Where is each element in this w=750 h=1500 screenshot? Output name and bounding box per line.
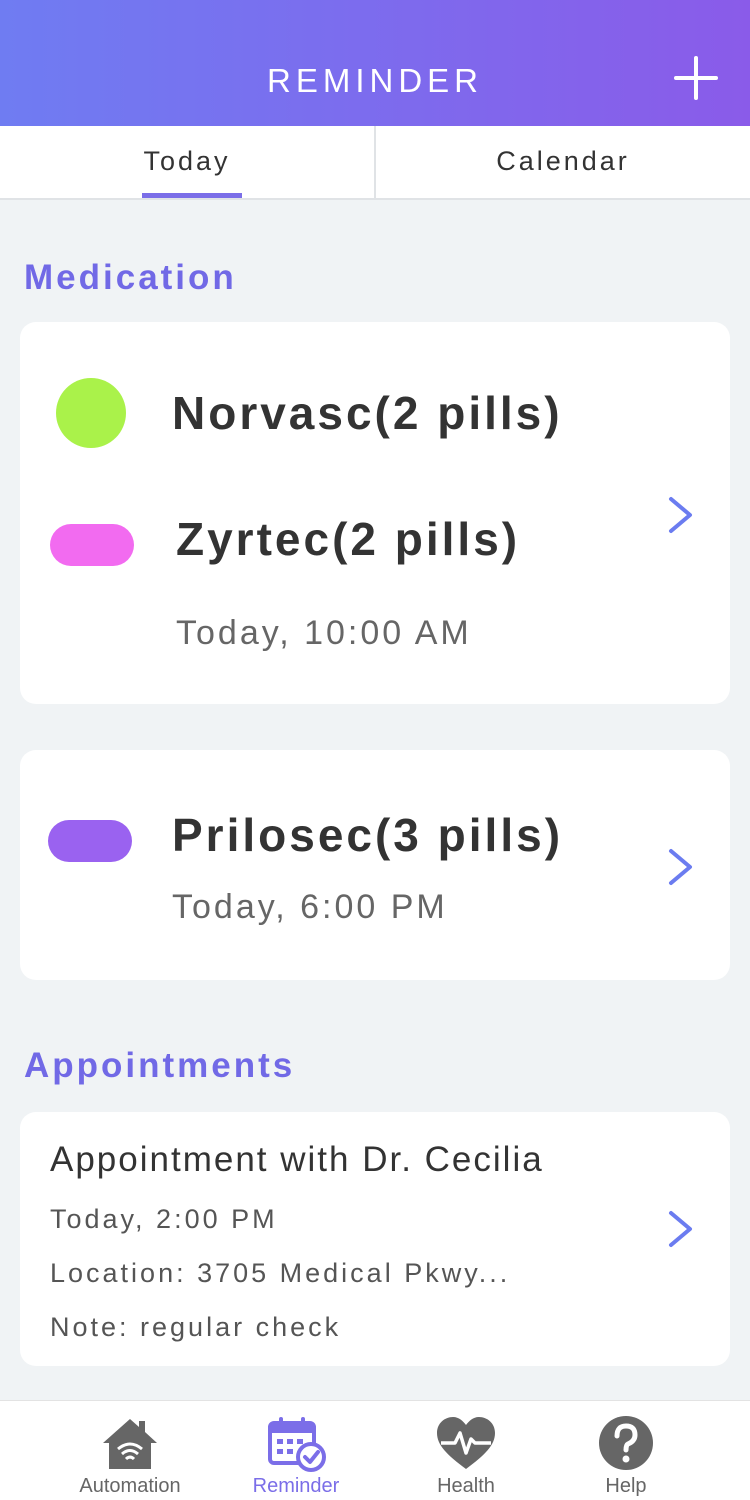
nav-reminder-label: Reminder: [252, 1475, 340, 1497]
medication-time: Today, 6:00 PM: [172, 888, 448, 926]
tab-active-indicator: [142, 193, 242, 198]
chevron-right-icon[interactable]: [668, 1210, 694, 1248]
medication-section-title: Medication: [24, 258, 237, 297]
appointment-note: Note: regular check: [50, 1312, 342, 1342]
chevron-right-icon[interactable]: [668, 848, 694, 886]
page-title: REMINDER: [266, 62, 483, 99]
app-header: REMINDER: [0, 0, 750, 126]
appointments-section-title: Appointments: [24, 1046, 296, 1085]
heart-pulse-icon: [437, 1417, 495, 1469]
home-wifi-icon: [103, 1419, 157, 1469]
nav-help[interactable]: Help: [546, 1401, 706, 1500]
nav-automation[interactable]: Automation: [50, 1401, 210, 1500]
help-icon: [599, 1416, 653, 1470]
bottom-nav: Automation Reminder Health Help: [0, 1400, 750, 1500]
nav-health-label: Health: [437, 1475, 495, 1497]
appointment-title: Appointment with Dr. Cecilia: [50, 1140, 544, 1179]
tab-calendar-label: Calendar: [496, 146, 630, 176]
capsule-icon: [50, 524, 134, 566]
tab-calendar[interactable]: Calendar: [374, 126, 750, 198]
medication-name: Zyrtec(2 pills): [176, 513, 521, 565]
round-pill-icon: [56, 378, 126, 448]
nav-help-label: Help: [605, 1475, 647, 1497]
tab-today[interactable]: Today: [0, 126, 374, 198]
appointment-location: Location: 3705 Medical Pkwy...: [50, 1258, 511, 1288]
medication-name: Norvasc(2 pills): [172, 387, 563, 439]
medication-time: Today, 10:00 AM: [176, 614, 472, 652]
chevron-right-icon[interactable]: [668, 496, 694, 534]
medication-name: Prilosec(3 pills): [172, 809, 564, 861]
plus-icon[interactable]: [674, 56, 718, 100]
medication-card[interactable]: Norvasc(2 pills) Zyrtec(2 pills) Today, …: [20, 322, 730, 704]
nav-automation-label: Automation: [79, 1475, 181, 1497]
appointment-card[interactable]: Appointment with Dr. Cecilia Today, 2:00…: [20, 1112, 730, 1366]
appointment-time: Today, 2:00 PM: [50, 1204, 278, 1234]
medication-card[interactable]: Prilosec(3 pills) Today, 6:00 PM: [20, 750, 730, 980]
nav-health[interactable]: Health: [386, 1401, 546, 1500]
tab-today-label: Today: [143, 146, 231, 176]
calendar-check-icon: [268, 1417, 326, 1472]
nav-reminder[interactable]: Reminder: [216, 1401, 376, 1500]
capsule-icon: [48, 820, 132, 862]
tab-bar: Today Calendar: [0, 126, 750, 200]
